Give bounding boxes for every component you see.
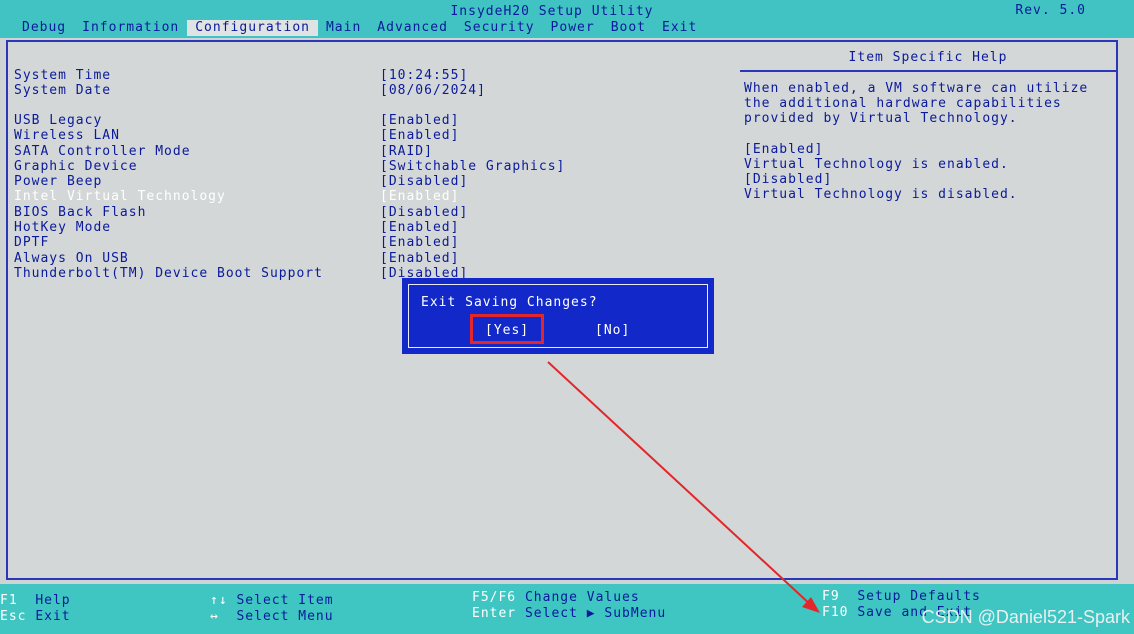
annotation-arrow-icon <box>547 361 820 613</box>
bios-screen: InsydeH20 Setup Utility Rev. 5.0 Debug I… <box>0 0 1134 634</box>
watermark: CSDN @Daniel521-Spark <box>921 607 1130 627</box>
